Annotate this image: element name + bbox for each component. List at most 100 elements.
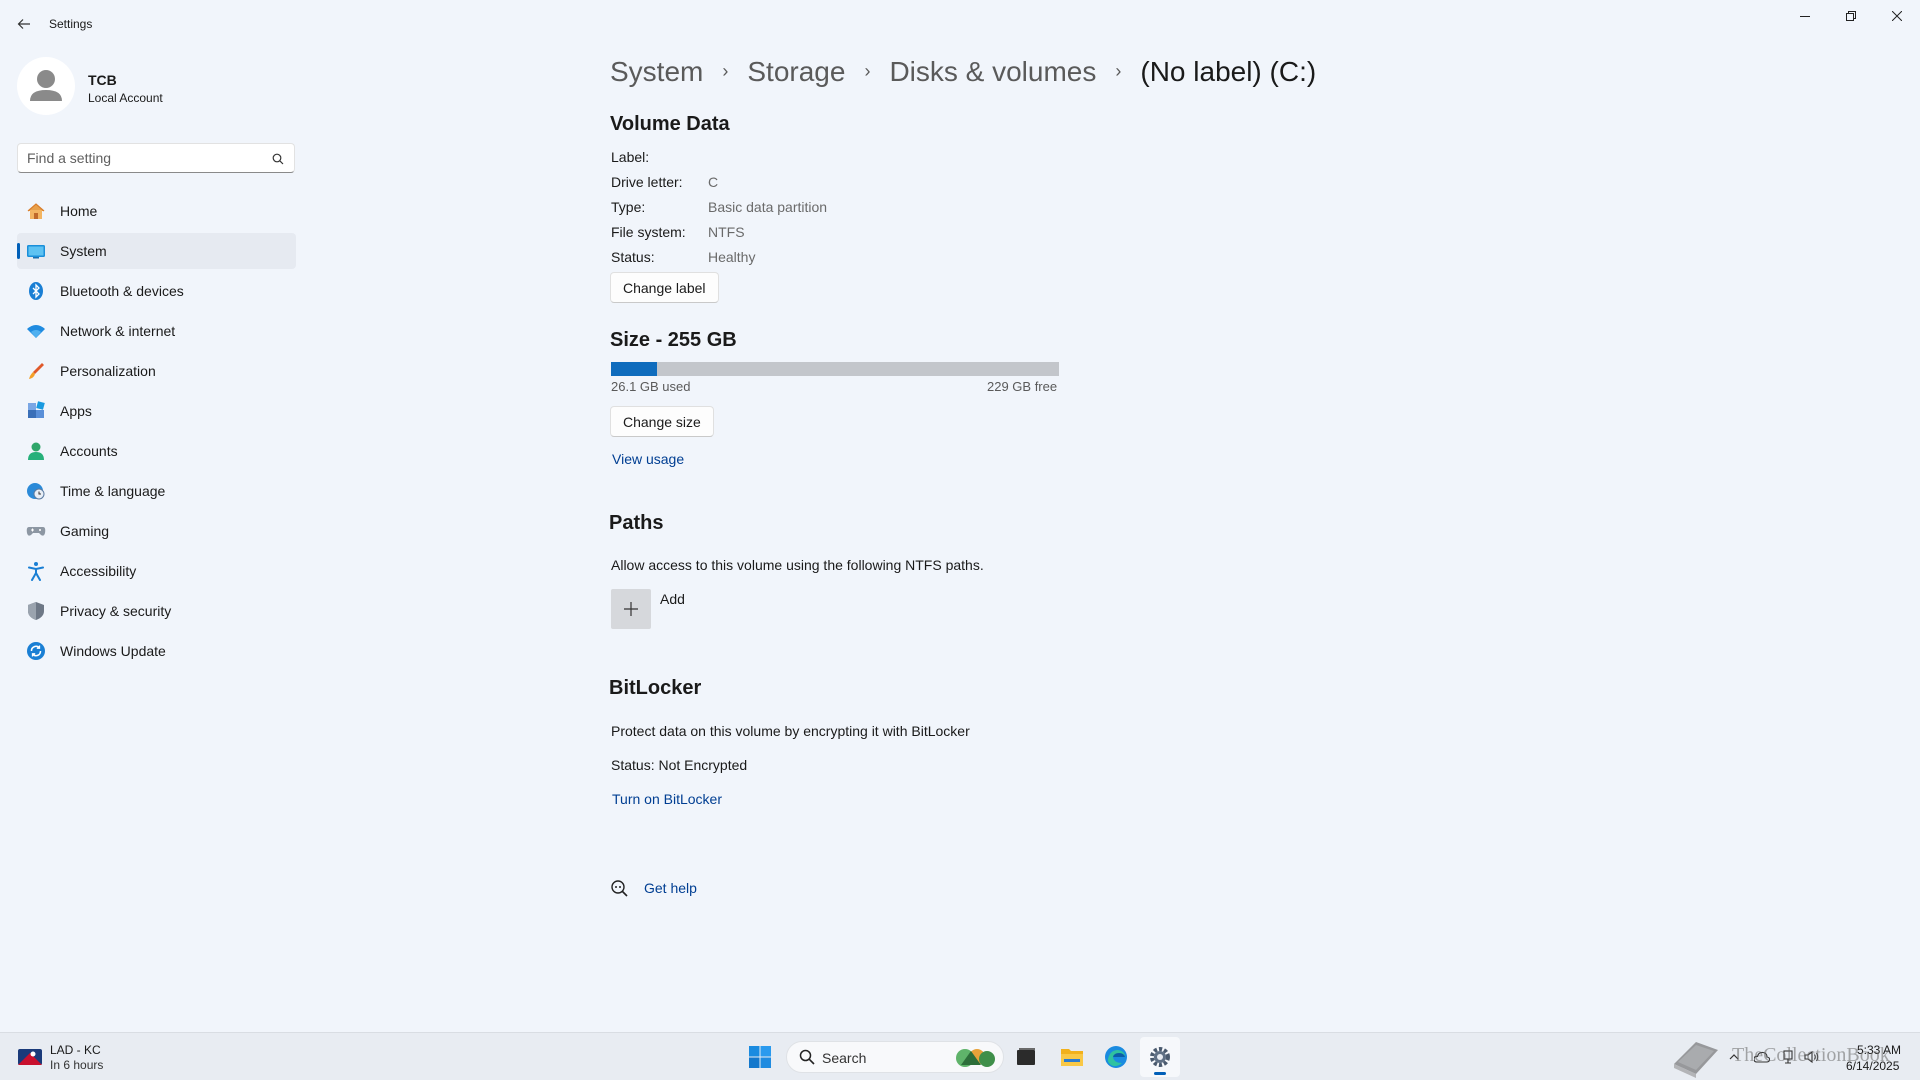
breadcrumb-current-volume: (No label) (C:) (1140, 56, 1317, 87)
minimize-button[interactable] (1782, 0, 1828, 32)
change-size-button[interactable]: Change size (610, 406, 714, 437)
sidebar-item-privacy[interactable]: Privacy & security (17, 593, 296, 629)
back-arrow-icon (17, 19, 30, 29)
close-button[interactable] (1874, 0, 1920, 32)
status-label: Status: (611, 249, 655, 265)
sidebar-item-bluetooth[interactable]: Bluetooth & devices (17, 273, 296, 309)
clock-time[interactable]: 5:33 AM (1857, 1043, 1901, 1057)
home-icon (26, 201, 46, 221)
widget-subtitle: In 6 hours (50, 1058, 104, 1072)
drive-letter-value: C (708, 174, 719, 190)
title-bar: Settings (0, 0, 1920, 48)
file-system-label: File system: (611, 224, 686, 240)
wifi-icon (26, 321, 46, 341)
sidebar-item-label: Bluetooth & devices (60, 283, 184, 299)
free-space-label: 229 GB free (987, 379, 1058, 394)
paths-description: Allow access to this volume using the fo… (611, 557, 984, 573)
volume-data-heading: Volume Data (610, 113, 730, 135)
settings-app-button[interactable] (1140, 1037, 1180, 1077)
system-icon (26, 241, 46, 261)
sidebar-item-label: Network & internet (60, 323, 176, 339)
sidebar-item-label: Accounts (60, 443, 118, 459)
breadcrumb-system[interactable]: System (610, 56, 703, 88)
user-profile[interactable]: TCB Local Account (17, 57, 297, 117)
taskbar-search-label: Search (822, 1050, 867, 1066)
folder-icon (1061, 1049, 1083, 1066)
sidebar-item-label: Privacy & security (60, 603, 172, 619)
windows-logo-icon (749, 1046, 771, 1068)
network-icon[interactable] (1780, 1049, 1796, 1065)
chevron-right-icon: › (1115, 60, 1122, 81)
label-field-label: Label: (611, 149, 650, 165)
breadcrumb-storage[interactable]: Storage (747, 56, 845, 88)
sidebar-item-home[interactable]: Home (17, 193, 296, 229)
sidebar-item-apps[interactable]: Apps (17, 393, 296, 429)
sidebar-item-time-language[interactable]: Time & language (17, 473, 296, 509)
sidebar-item-system[interactable]: System (17, 233, 296, 269)
edge-browser-button[interactable] (1096, 1037, 1136, 1077)
start-button[interactable] (740, 1037, 780, 1077)
sidebar-item-windows-update[interactable]: Windows Update (17, 633, 296, 669)
sidebar-item-gaming[interactable]: Gaming (17, 513, 296, 549)
minimize-icon (1800, 16, 1810, 17)
onedrive-cloud-icon[interactable] (1754, 1049, 1770, 1065)
search-icon (799, 1049, 815, 1070)
add-path-label[interactable]: Add (660, 591, 685, 607)
accounts-icon (26, 441, 46, 461)
restore-button[interactable] (1828, 0, 1874, 32)
bitlocker-heading: BitLocker (609, 677, 702, 699)
sidebar-item-accounts[interactable]: Accounts (17, 433, 296, 469)
turn-on-bitlocker-link[interactable]: Turn on BitLocker (612, 791, 722, 807)
change-label-button[interactable]: Change label (610, 272, 719, 303)
clock-date[interactable]: 6/14/2025 (1846, 1059, 1899, 1073)
edge-icon (1105, 1046, 1127, 1068)
profile-name: TCB (88, 72, 117, 88)
update-icon (26, 641, 46, 661)
sidebar-item-label: Personalization (60, 363, 156, 379)
restore-icon (1846, 11, 1856, 21)
search-highlight-icon (951, 1045, 999, 1071)
search-icon[interactable] (272, 152, 284, 170)
get-help-link[interactable]: Get help (644, 880, 697, 896)
task-view-button[interactable] (1006, 1037, 1046, 1077)
avatar (17, 57, 75, 115)
sidebar-item-label: Time & language (60, 483, 166, 499)
taskbar-search[interactable]: Search (786, 1041, 1004, 1073)
storage-usage-bar (611, 362, 1059, 376)
view-usage-link[interactable]: View usage (612, 451, 684, 467)
gamepad-icon (26, 521, 46, 541)
search-box[interactable] (17, 143, 295, 173)
chevron-right-icon: › (864, 60, 871, 81)
globe-clock-icon (26, 481, 46, 501)
file-explorer-button[interactable] (1052, 1037, 1092, 1077)
type-value: Basic data partition (708, 199, 828, 215)
taskbar: LAD - KC In 6 hours Search 5:33 AM 6/14/… (0, 1032, 1920, 1080)
apps-icon (26, 401, 46, 421)
drive-letter-label: Drive letter: (611, 174, 683, 190)
brush-icon (26, 361, 46, 381)
sidebar-item-accessibility[interactable]: Accessibility (17, 553, 296, 589)
task-view-icon (1017, 1048, 1035, 1065)
app-title: Settings (49, 17, 93, 31)
breadcrumb-disks-volumes[interactable]: Disks & volumes (889, 56, 1096, 88)
sidebar-item-network[interactable]: Network & internet (17, 313, 296, 349)
paths-heading: Paths (609, 512, 664, 534)
used-space-label: 26.1 GB used (611, 379, 691, 394)
chevron-right-icon: › (722, 60, 729, 81)
search-input[interactable] (27, 150, 257, 166)
chevron-up-icon[interactable] (1726, 1049, 1742, 1065)
plus-icon (624, 602, 638, 616)
person-icon (30, 70, 62, 101)
sidebar-item-label: Windows Update (60, 643, 166, 659)
status-value: Healthy (708, 249, 756, 265)
shield-icon (26, 601, 46, 621)
volume-icon[interactable] (1804, 1049, 1820, 1065)
sidebar-item-personalization[interactable]: Personalization (17, 353, 296, 389)
type-label: Type: (611, 199, 646, 215)
sidebar-item-label: System (60, 243, 107, 259)
add-path-button[interactable] (611, 589, 651, 629)
widget-title: LAD - KC (50, 1043, 101, 1057)
sidebar-item-label: Apps (60, 403, 92, 419)
accessibility-icon (26, 561, 46, 581)
back-button[interactable] (12, 12, 36, 36)
